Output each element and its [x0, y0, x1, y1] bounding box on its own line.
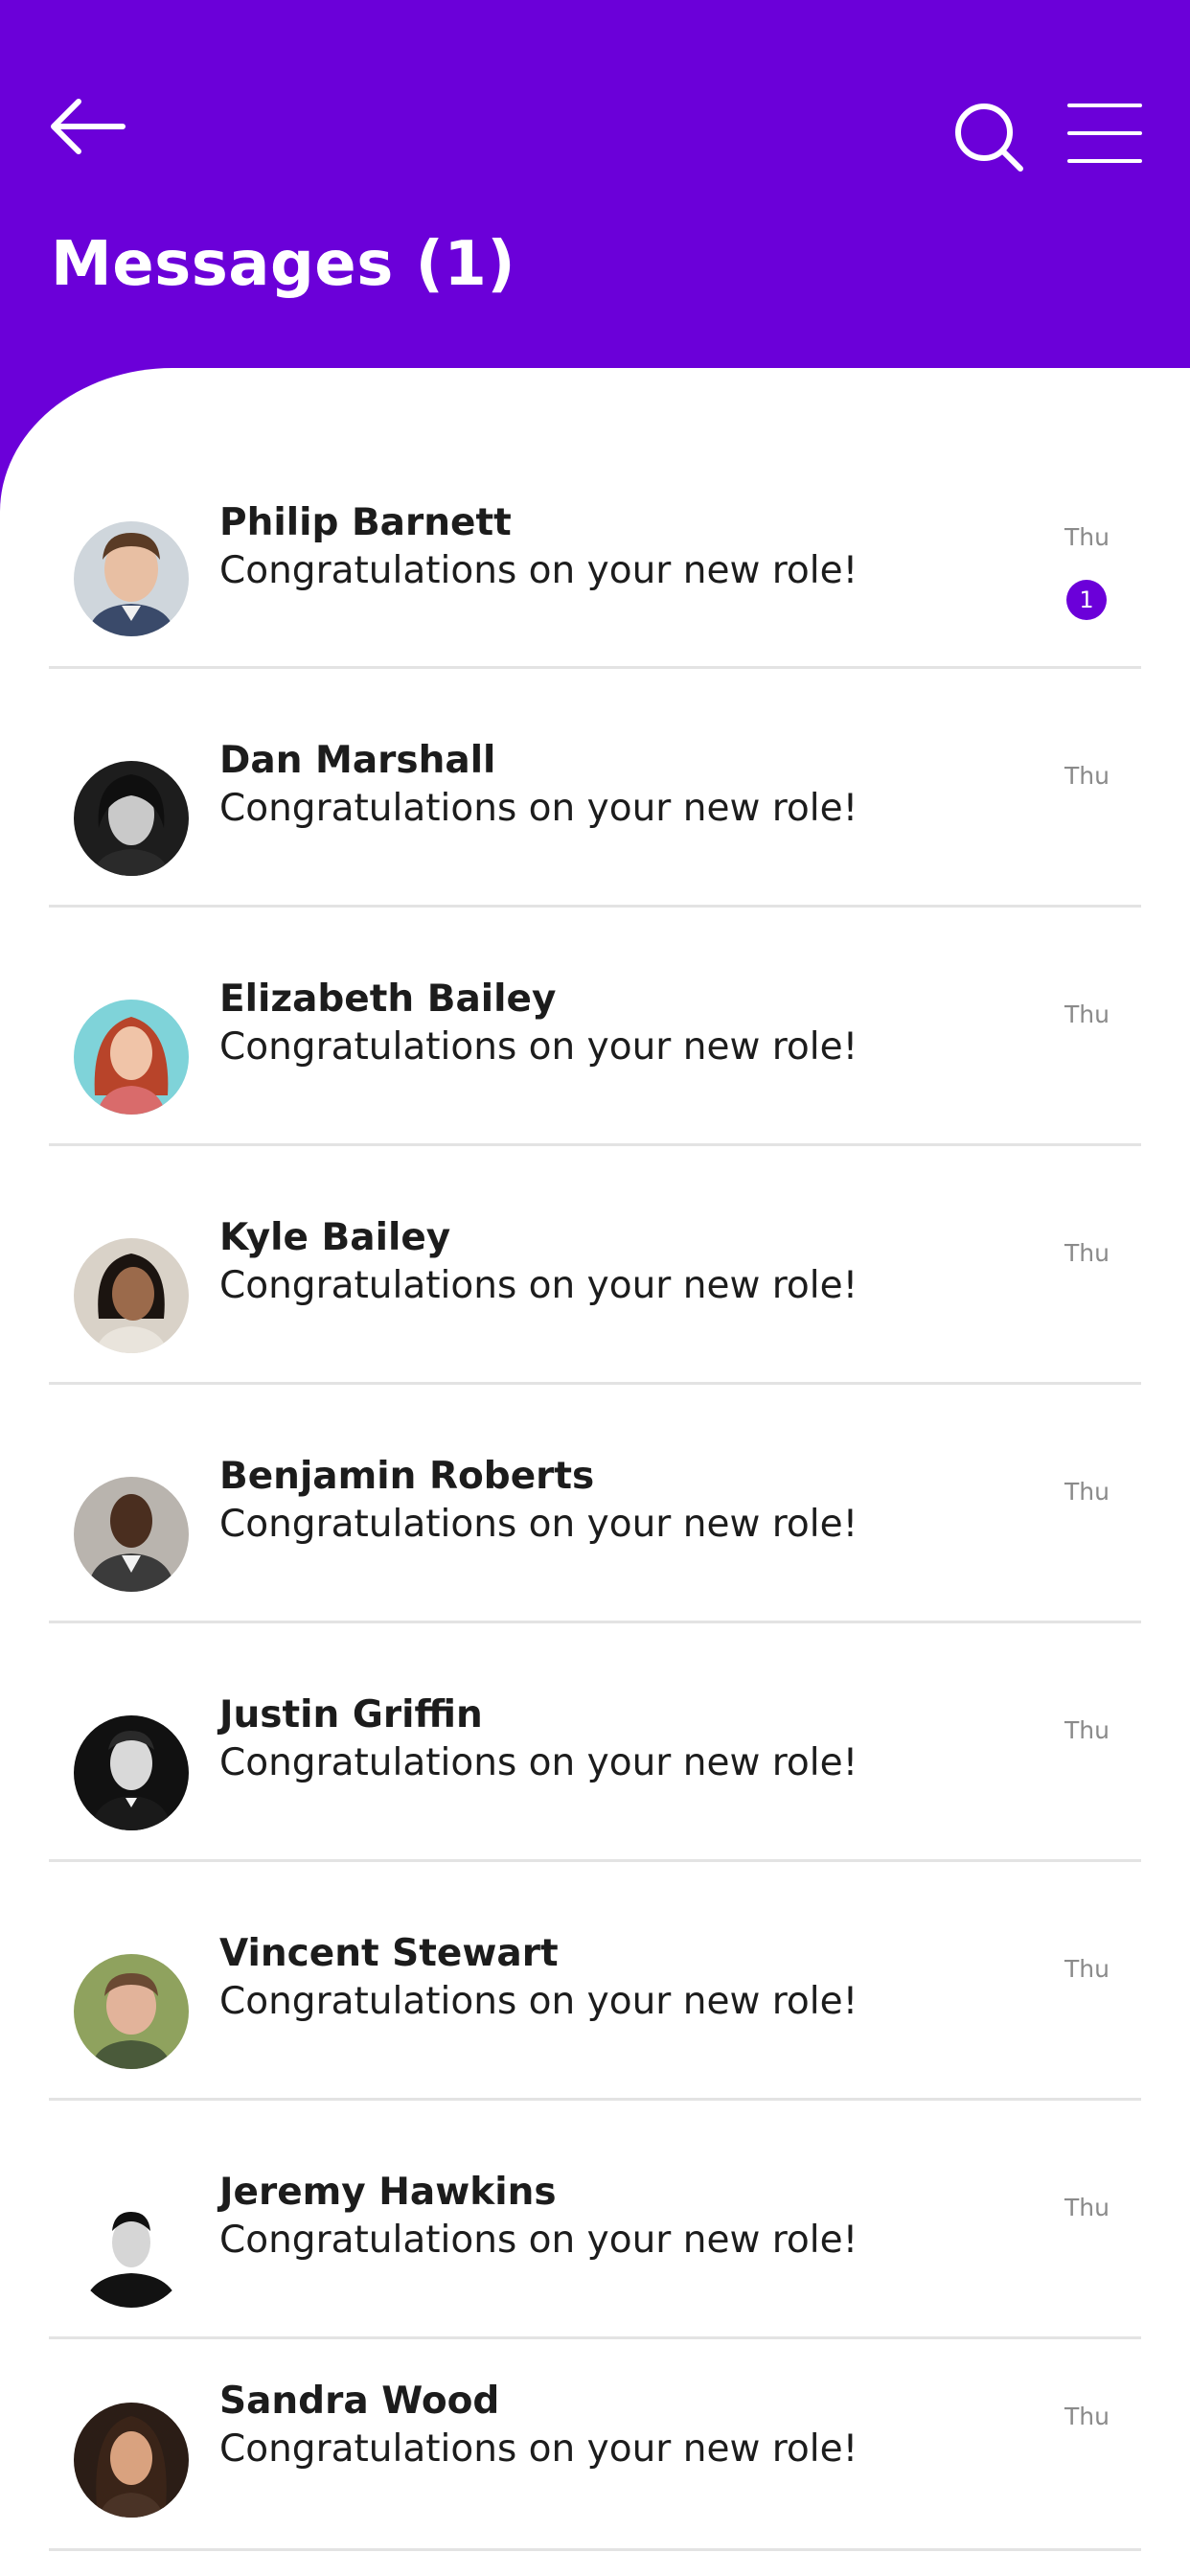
contact-name: Justin Griffin: [219, 1693, 483, 1736]
message-preview: Congratulations on your new role!: [219, 2427, 858, 2471]
message-time: Thu: [1064, 1239, 1110, 1267]
avatar: [74, 521, 189, 636]
message-preview: Congratulations on your new role!: [219, 549, 858, 592]
message-preview: Congratulations on your new role!: [219, 1264, 858, 1307]
message-time: Thu: [1064, 1000, 1110, 1028]
conversation-row[interactable]: Justin Griffin Congratulations on your n…: [49, 1623, 1141, 1862]
search-icon: [955, 104, 1023, 172]
conversation-row[interactable]: Benjamin Roberts Congratulations on your…: [49, 1385, 1141, 1623]
avatar: [74, 1477, 189, 1592]
message-time: Thu: [1064, 1478, 1110, 1506]
message-time: Thu: [1064, 523, 1110, 551]
arrow-left-icon: [51, 99, 126, 154]
message-preview: Congratulations on your new role!: [219, 1980, 858, 2023]
header-bar: Messages (1): [0, 0, 1190, 368]
message-preview: Congratulations on your new role!: [219, 2219, 858, 2262]
page-title: Messages (1): [51, 229, 516, 300]
conversation-row[interactable]: Kyle Bailey Congratulations on your new …: [49, 1146, 1141, 1385]
message-time: Thu: [1064, 1716, 1110, 1744]
avatar: [74, 1000, 189, 1115]
conversation-row[interactable]: Elizabeth Bailey Congratulations on your…: [49, 908, 1141, 1146]
conversation-row[interactable]: Vincent Stewart Congratulations on your …: [49, 1862, 1141, 2101]
avatar: [74, 1954, 189, 2069]
conversation-row[interactable]: Sandra Wood Congratulations on your new …: [49, 2339, 1141, 2551]
search-button[interactable]: [947, 92, 1033, 184]
message-preview: Congratulations on your new role!: [219, 1741, 858, 1784]
message-preview: Congratulations on your new role!: [219, 1503, 858, 1546]
contact-name: Sandra Wood: [219, 2380, 500, 2423]
message-time: Thu: [1064, 2194, 1110, 2221]
conversation-row[interactable]: Dan Marshall Congratulations on your new…: [49, 669, 1141, 908]
menu-button[interactable]: [1064, 92, 1146, 174]
avatar: [74, 1715, 189, 1830]
contact-name: Dan Marshall: [219, 739, 496, 782]
avatar: [74, 761, 189, 876]
contact-name: Elizabeth Bailey: [219, 978, 557, 1021]
hamburger-menu-icon: [1067, 104, 1142, 163]
avatar: [74, 2403, 189, 2518]
message-time: Thu: [1064, 2403, 1110, 2430]
contact-name: Kyle Bailey: [219, 1216, 451, 1259]
message-time: Thu: [1064, 762, 1110, 790]
avatar: [74, 1238, 189, 1353]
contact-name: Philip Barnett: [219, 501, 512, 544]
contact-name: Vincent Stewart: [219, 1932, 559, 1975]
contact-name: Benjamin Roberts: [219, 1455, 595, 1498]
message-preview: Congratulations on your new role!: [219, 1025, 858, 1069]
back-button[interactable]: [38, 88, 134, 165]
unread-badge: 1: [1066, 580, 1107, 620]
conversation-row[interactable]: Philip Barnett Congratulations on your n…: [49, 430, 1141, 669]
messages-screen: Messages (1) Philip Barnett Congratulati…: [0, 0, 1190, 2576]
conversation-row[interactable]: Jeremy Hawkins Congratulations on your n…: [49, 2101, 1141, 2339]
avatar: [74, 2193, 189, 2308]
contact-name: Jeremy Hawkins: [219, 2171, 557, 2214]
message-preview: Congratulations on your new role!: [219, 787, 858, 830]
message-time: Thu: [1064, 1955, 1110, 1983]
